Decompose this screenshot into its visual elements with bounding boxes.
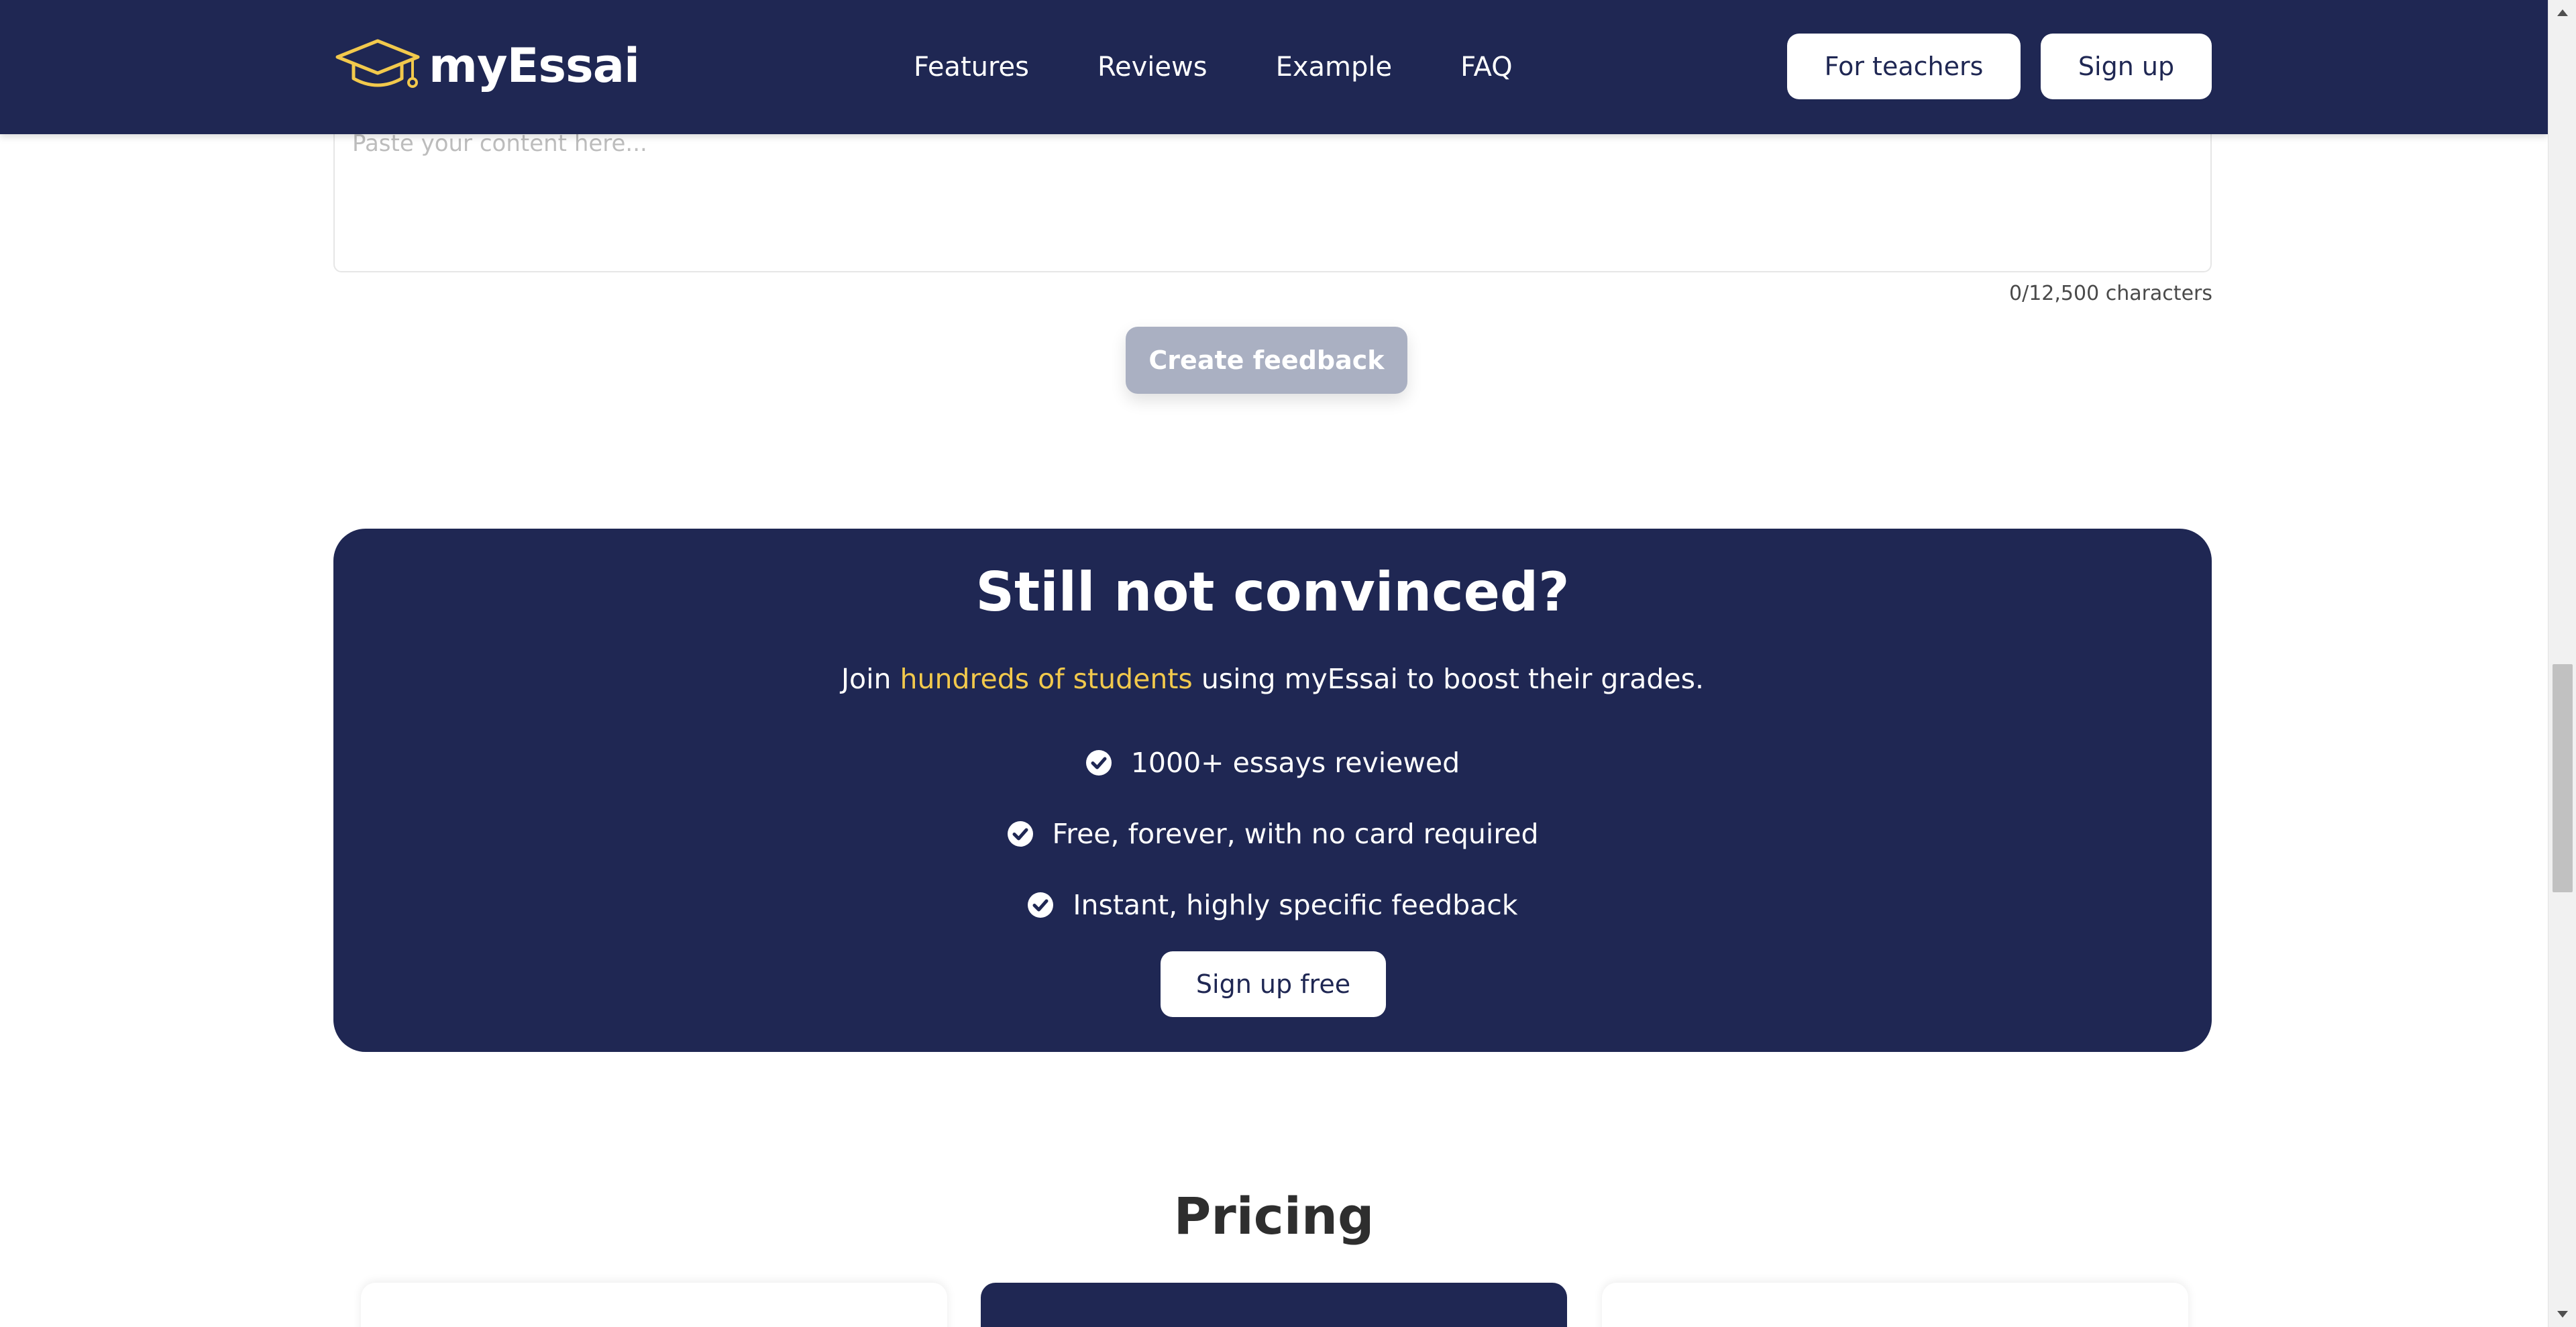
page: 0/12,500 characters Create feedback Stil… xyxy=(0,0,2548,1327)
feature-item: Free, forever, with no card required xyxy=(333,798,2212,869)
cta-subtitle: Join hundreds of students using myEssai … xyxy=(333,663,2212,695)
feature-list: 1000+ essays reviewed Free, forever, wit… xyxy=(333,727,2212,941)
top-navbar: myEssai Features Reviews Example FAQ For… xyxy=(0,0,2548,134)
main-nav: Features Reviews Example FAQ xyxy=(914,48,1513,86)
nav-link-features[interactable]: Features xyxy=(914,48,1029,86)
cta-panel: Still not convinced? Join hundreds of st… xyxy=(333,529,2212,1052)
feature-item: Instant, highly specific feedback xyxy=(333,869,2212,941)
nav-link-reviews[interactable]: Reviews xyxy=(1097,48,1208,86)
feature-item: 1000+ essays reviewed xyxy=(333,727,2212,798)
feature-text: Free, forever, with no card required xyxy=(1052,818,1539,850)
page-scrollbar[interactable] xyxy=(2548,0,2576,1327)
pricing-card-left xyxy=(361,1283,947,1327)
check-circle-icon xyxy=(1085,750,1112,776)
sign-up-free-button[interactable]: Sign up free xyxy=(1161,951,1386,1017)
for-teachers-button[interactable]: For teachers xyxy=(1787,34,2021,99)
check-circle-icon xyxy=(1028,892,1054,918)
cta-subtitle-prefix: Join xyxy=(841,663,900,695)
brand-logo-link[interactable]: myEssai xyxy=(333,32,640,99)
feature-text: Instant, highly specific feedback xyxy=(1073,889,1518,921)
pricing-card-featured xyxy=(981,1283,1567,1327)
scrollbar-thumb[interactable] xyxy=(2553,664,2573,892)
pricing-title: Pricing xyxy=(1173,1186,1375,1246)
pricing-card-right xyxy=(1602,1283,2188,1327)
sign-up-button[interactable]: Sign up xyxy=(2041,34,2212,99)
character-counter: 0/12,500 characters xyxy=(2009,282,2212,305)
nav-link-faq[interactable]: FAQ xyxy=(1460,48,1512,86)
graduation-cap-icon xyxy=(335,39,420,88)
scroll-up-arrow-icon[interactable] xyxy=(2548,3,2576,23)
scroll-down-arrow-icon[interactable] xyxy=(2548,1304,2576,1324)
cta-subtitle-suffix: using myEssai to boost their grades. xyxy=(1192,663,1705,695)
feature-text: 1000+ essays reviewed xyxy=(1130,747,1460,779)
essay-input[interactable] xyxy=(351,129,2192,259)
cta-title: Still not convinced? xyxy=(975,561,1570,623)
check-circle-icon xyxy=(1007,821,1033,847)
nav-link-example[interactable]: Example xyxy=(1276,48,1393,86)
brand-name: myEssai xyxy=(429,38,640,93)
create-feedback-button[interactable]: Create feedback xyxy=(1126,327,1407,394)
cta-subtitle-highlight: hundreds of students xyxy=(900,663,1193,695)
